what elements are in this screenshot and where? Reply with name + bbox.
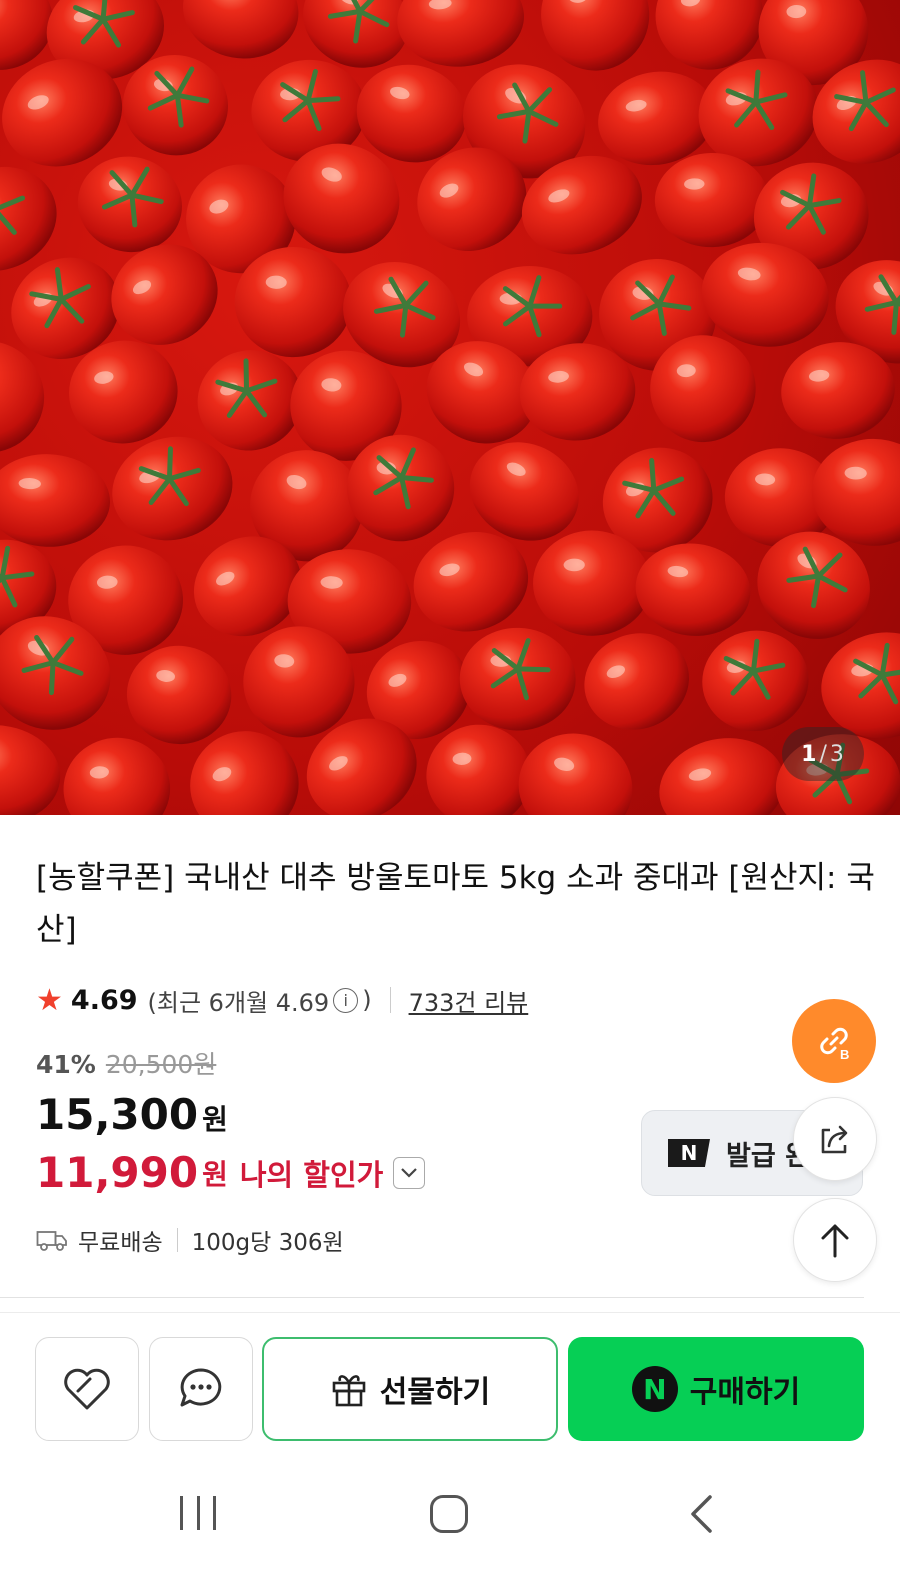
chevron-down-icon[interactable] xyxy=(393,1156,426,1189)
my-price-value: 11,990 xyxy=(36,1148,199,1197)
recent-apps-icon[interactable] xyxy=(180,1496,216,1530)
bottom-bar-border xyxy=(0,1312,900,1313)
star-icon: ★ xyxy=(36,982,63,1018)
gift-icon xyxy=(332,1375,366,1407)
truck-icon xyxy=(36,1228,68,1252)
divider xyxy=(176,1228,178,1252)
my-discount-price[interactable]: 11,990 원 나의 할인가 xyxy=(36,1148,426,1197)
rating-row: ★ 4.69 (최근 6개월 4.69 i ) 733건 리뷰 xyxy=(36,978,528,1022)
buy-button-label: 구매하기 xyxy=(689,1375,801,1410)
sale-price: 15,300 원 xyxy=(36,1090,228,1139)
scroll-top-button[interactable] xyxy=(793,1198,877,1282)
product-title: [농할쿠폰] 국내산 대추 방울토마토 5kg 소과 중대과 [원산지: 국산] xyxy=(36,860,875,948)
wishlist-button[interactable] xyxy=(35,1337,139,1441)
gallery-total-pages: 3 xyxy=(829,741,845,767)
buy-button[interactable]: N 구매하기 xyxy=(568,1337,864,1441)
discount-rate: 41% xyxy=(36,1050,96,1079)
original-price: 20,500원 xyxy=(105,1050,217,1079)
my-price-unit: 원 xyxy=(202,1157,228,1191)
recent-rating: (최근 6개월 4.69 i ) xyxy=(148,983,372,1018)
link-icon: B xyxy=(820,1027,849,1062)
rating-value: 4.69 xyxy=(70,984,138,1016)
gift-button-label: 선물하기 xyxy=(379,1375,491,1410)
naver-pay-icon: N xyxy=(631,1366,678,1412)
gallery-current-page: 1 xyxy=(801,741,818,767)
info-icon[interactable]: i xyxy=(333,987,359,1013)
sale-price-unit: 원 xyxy=(202,1103,228,1136)
gallery-page-separator: / xyxy=(819,741,828,767)
sale-price-value: 15,300 xyxy=(36,1090,199,1139)
product-image xyxy=(0,0,900,815)
heart-icon xyxy=(64,1368,110,1410)
section-divider xyxy=(0,1297,864,1298)
shipping-row: 무료배송 100g당 306원 xyxy=(36,1220,344,1260)
review-count-link[interactable]: 733건 리뷰 xyxy=(409,983,529,1018)
arrow-up-icon xyxy=(821,1224,849,1258)
my-price-label: 나의 할인가 xyxy=(239,1157,384,1192)
recent-rating-text: (최근 6개월 4.69 xyxy=(147,988,330,1017)
product-image-gallery[interactable]: 1 / 3 xyxy=(0,0,900,815)
free-shipping-label: 무료배송 xyxy=(78,1230,163,1256)
naver-n-logo: N xyxy=(668,1139,710,1167)
unit-price: 100g당 306원 xyxy=(191,1230,344,1256)
chat-bubble-icon xyxy=(180,1368,222,1407)
talk-talk-button[interactable] xyxy=(149,1337,253,1441)
back-icon[interactable] xyxy=(688,1494,714,1538)
share-icon xyxy=(821,1125,848,1154)
share-button[interactable] xyxy=(793,1097,877,1181)
divider xyxy=(389,987,391,1013)
recent-rating-close: ) xyxy=(362,986,372,1014)
discount-row: 41% 20,500원 xyxy=(36,1045,216,1081)
home-icon[interactable] xyxy=(430,1495,468,1533)
gallery-page-indicator: 1 / 3 xyxy=(782,727,864,781)
svg-text:B: B xyxy=(840,1047,849,1062)
gift-button[interactable]: 선물하기 xyxy=(262,1337,558,1441)
link-button[interactable]: B xyxy=(792,999,876,1083)
